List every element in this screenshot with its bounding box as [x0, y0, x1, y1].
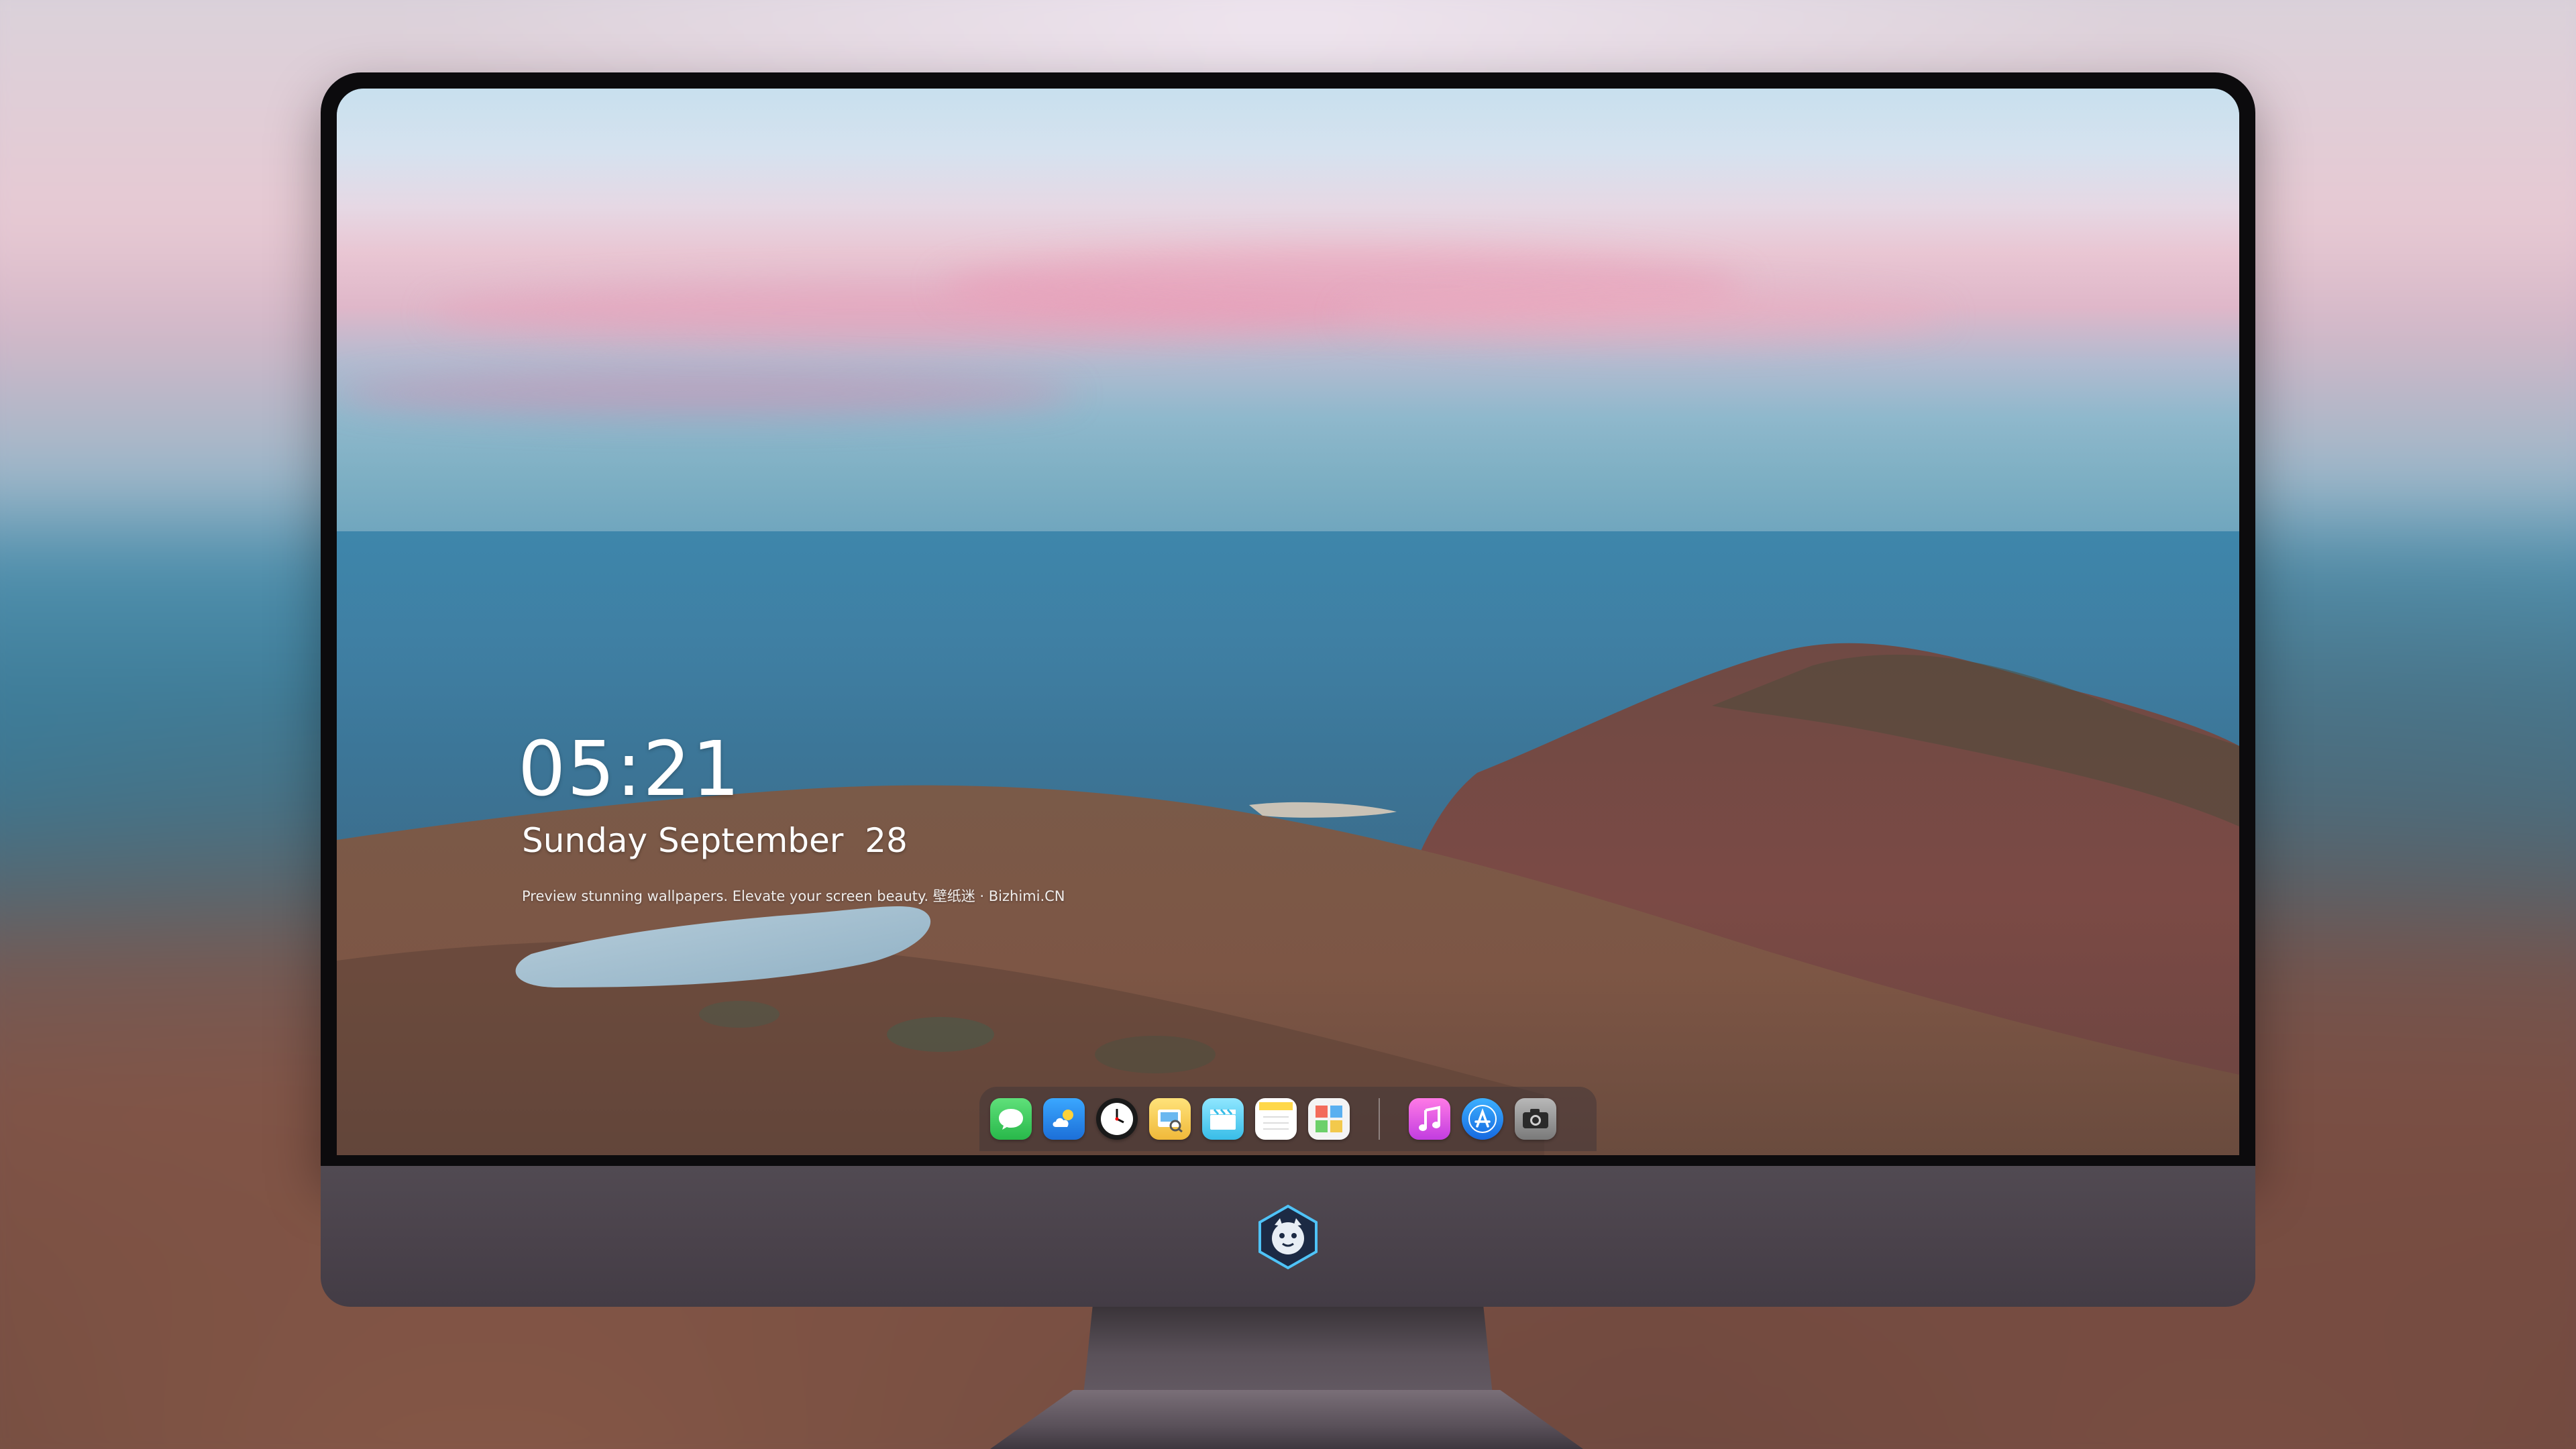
preview-icon[interactable] [1149, 1098, 1191, 1140]
app-store-icon[interactable] [1462, 1098, 1503, 1140]
photo-grid-icon[interactable] [1308, 1098, 1350, 1140]
lock-screen-time: 05:21 [518, 726, 741, 813]
lock-screen-tagline: Preview stunning wallpapers. Elevate you… [522, 888, 1065, 904]
notes-icon[interactable] [1255, 1098, 1297, 1140]
music-note-icon[interactable] [1409, 1098, 1450, 1140]
clapperboard-icon[interactable] [1202, 1098, 1244, 1140]
clock-icon[interactable] [1096, 1098, 1138, 1140]
weather-icon[interactable] [1043, 1098, 1085, 1140]
wallpaper-hills [337, 643, 2239, 1155]
monitor-screen: 05:21 Sunday September 28 Preview stunni… [337, 89, 2239, 1155]
desktop-stage: 05:21 Sunday September 28 Preview stunni… [0, 0, 2576, 1449]
monitor: 05:21 Sunday September 28 Preview stunni… [321, 72, 2255, 1307]
dock-divider [1379, 1098, 1380, 1140]
lock-screen-date: Sunday September 28 [522, 821, 908, 860]
camera-icon[interactable] [1515, 1098, 1556, 1140]
messages-icon[interactable] [990, 1098, 1032, 1140]
dock [979, 1087, 1597, 1151]
dragon-mascot-logo-icon [1254, 1203, 1322, 1271]
monitor-stand-base [990, 1390, 1583, 1449]
